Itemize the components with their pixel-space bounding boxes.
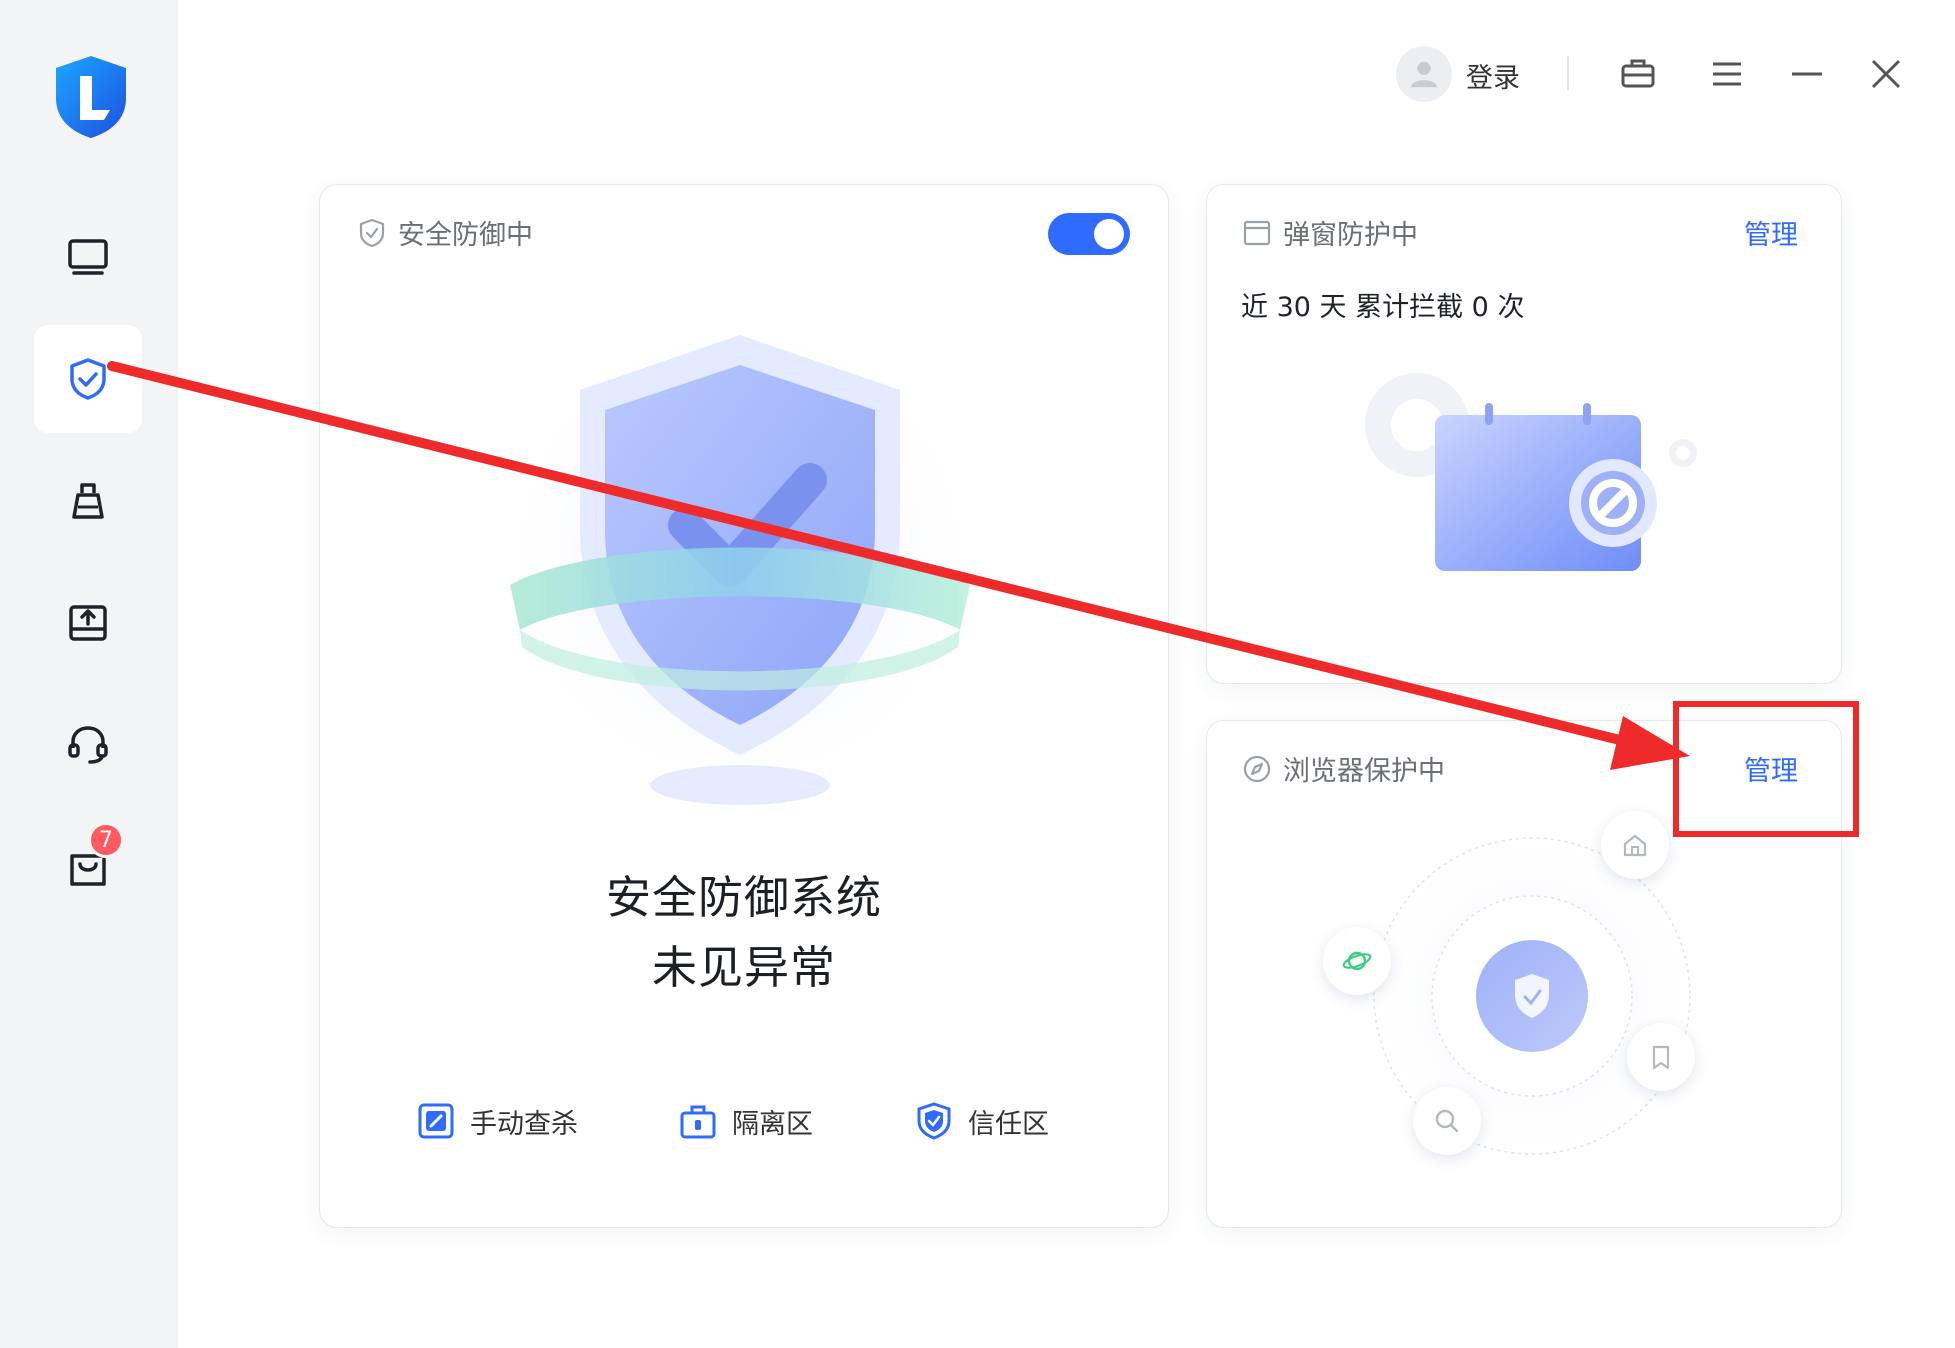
sidebar-item-security[interactable] [34, 325, 142, 433]
software-upload-icon [69, 605, 107, 641]
shield-check-icon [70, 358, 106, 400]
trust-zone-button[interactable]: 信任区 [914, 1101, 1049, 1141]
defense-status-subtitle: 未见异常 [651, 941, 836, 994]
manual-scan-button[interactable]: 手动查杀 [416, 1101, 578, 1141]
quarantine-icon [680, 1105, 716, 1139]
browser-title-text: 浏览器保护中 [1283, 756, 1445, 787]
notification-badge: 7 [88, 822, 124, 858]
sidebar-item-computer[interactable] [34, 203, 142, 311]
broom-icon [72, 483, 104, 519]
sidebar-item-cleanup[interactable] [34, 447, 142, 555]
sidebar-item-store[interactable]: 7 [34, 812, 142, 920]
defense-status-title: 安全防御系统 [605, 871, 882, 924]
search-icon [1413, 1087, 1481, 1155]
menu-icon [1713, 62, 1741, 86]
card-title-defense: 安全防御中 [356, 213, 533, 252]
trust-zone-label: 信任区 [968, 1108, 1049, 1140]
sidebar-item-support[interactable] [34, 690, 142, 798]
bookmark-icon [1627, 1023, 1695, 1091]
card-title-browser: 浏览器保护中 [1241, 749, 1445, 788]
header-divider [1567, 56, 1569, 90]
popup-block-stat: 近 30 天 累计拦截 0 次 [1241, 292, 1525, 323]
calendar-block-illustration [1365, 373, 1697, 571]
user-avatar-icon[interactable] [1396, 46, 1452, 102]
shield-logo [52, 54, 130, 140]
popup-manage-link[interactable]: 管理 [1744, 213, 1798, 252]
card-title-popup: 弹窗防护中 [1241, 213, 1418, 252]
close-icon [1871, 59, 1901, 89]
sidebar-item-software[interactable] [34, 568, 142, 676]
app-window: 7 登录 安全防御中 安全防御系统 未见异常 手动查杀 隔离区 信任区 弹窗防护… [0, 0, 1955, 1348]
window-icon [1243, 220, 1271, 245]
login-link[interactable]: 登录 [1466, 56, 1520, 95]
home-icon [1601, 811, 1669, 879]
minimize-button[interactable] [1783, 50, 1831, 98]
card-title-text: 安全防御中 [398, 220, 533, 251]
close-button[interactable] [1862, 50, 1910, 98]
menu-button[interactable] [1703, 50, 1751, 98]
browser-orbit-illustration [1352, 816, 1712, 1176]
minimize-icon [1792, 72, 1822, 76]
security-defense-card: 安全防御中 安全防御系统 未见异常 手动查杀 隔离区 信任区 [319, 184, 1169, 1228]
popup-title-text: 弹窗防护中 [1283, 220, 1418, 251]
browser-protection-card: 浏览器保护中 管理 [1206, 720, 1842, 1228]
toolbox-icon [1621, 59, 1655, 88]
sidebar: 7 [0, 0, 178, 1348]
headset-icon [68, 726, 108, 764]
compass-icon [1243, 755, 1271, 782]
monitor-icon [68, 239, 108, 275]
manual-scan-label: 手动查杀 [470, 1108, 578, 1140]
quarantine-label: 隔离区 [732, 1108, 813, 1140]
quarantine-button[interactable]: 隔离区 [678, 1101, 813, 1141]
trust-shield-icon [917, 1102, 951, 1140]
scan-icon [418, 1103, 454, 1139]
shield-illustration [490, 305, 990, 805]
planet-icon [1323, 927, 1391, 995]
browser-manage-link[interactable]: 管理 [1744, 749, 1798, 788]
shield-outline-icon [359, 218, 385, 247]
defense-toggle[interactable] [1048, 213, 1130, 255]
popup-protection-card: 弹窗防护中 管理 近 30 天 累计拦截 0 次 [1206, 184, 1842, 684]
toolbox-button[interactable] [1614, 50, 1662, 98]
